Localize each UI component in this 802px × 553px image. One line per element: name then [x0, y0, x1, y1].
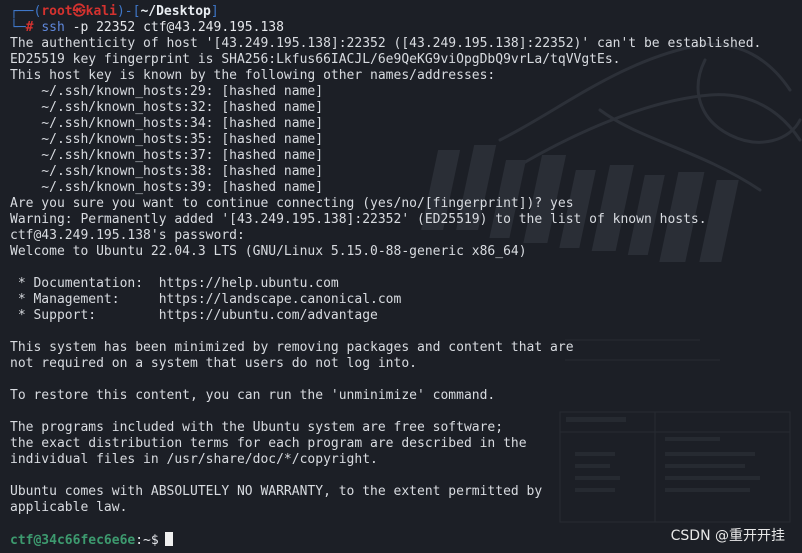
output-line: ED25519 key fingerprint is SHA256:Lkfus6…	[10, 52, 621, 67]
shell-path-sign: :~$	[135, 533, 159, 548]
prompt-path: ~/Desktop	[140, 4, 211, 19]
watermark: CSDN @重开开挂	[670, 528, 785, 544]
prompt-path-close: ]	[210, 4, 219, 19]
known-hosts-line: ~/.ssh/known_hosts:35: [hashed name]	[10, 132, 324, 147]
known-hosts-line: ~/.ssh/known_hosts:32: [hashed name]	[10, 100, 324, 115]
command-name: ssh	[41, 20, 65, 35]
prompt-frame: ┌──(	[10, 4, 42, 19]
output-line: applicable law.	[10, 500, 128, 515]
terminal-window[interactable]: ┌──(root㉿kali)-[~/Desktop] └─# ssh -p 22…	[0, 0, 802, 553]
command-args: -p 22352 ctf@43.249.195.138	[72, 20, 284, 35]
text-cursor[interactable]	[164, 532, 173, 546]
output-line: This system has been minimized by removi…	[10, 340, 574, 355]
command-line: └─# ssh -p 22352 ctf@43.249.195.138	[10, 20, 802, 36]
output-line: Welcome to Ubuntu 22.04.3 LTS (GNU/Linux…	[10, 244, 527, 259]
root-hash-symbol: #	[25, 20, 34, 35]
known-hosts-line: ~/.ssh/known_hosts:29: [hashed name]	[10, 84, 324, 99]
prompt-frame-bottom: └─	[10, 20, 26, 35]
output-line: This host key is known by the following …	[10, 68, 496, 83]
prompt-path-open: )-[	[116, 4, 141, 19]
output-line: not required on a system that users do n…	[10, 356, 417, 371]
output-line: The programs included with the Ubuntu sy…	[10, 420, 504, 435]
output-line: Ubuntu comes with ABSOLUTELY NO WARRANTY…	[10, 484, 543, 499]
output-line: Are you sure you want to continue connec…	[10, 196, 574, 211]
output-line: individual files in /usr/share/doc/*/cop…	[10, 452, 378, 467]
known-hosts-line: ~/.ssh/known_hosts:38: [hashed name]	[10, 164, 324, 179]
link-line: * Management: https://landscape.canonica…	[10, 292, 402, 307]
known-hosts-line: ~/.ssh/known_hosts:34: [hashed name]	[10, 116, 324, 131]
kali-skull-icon: ㉿	[72, 4, 86, 19]
link-line: * Documentation: https://help.ubuntu.com	[10, 276, 339, 291]
known-hosts-line: ~/.ssh/known_hosts:37: [hashed name]	[10, 148, 324, 163]
terminal-output: ┌──(root㉿kali)-[~/Desktop] └─# ssh -p 22…	[10, 4, 802, 548]
known-hosts-line: ~/.ssh/known_hosts:39: [hashed name]	[10, 180, 324, 195]
prompt-user: root	[41, 4, 73, 19]
link-line: * Support: https://ubuntu.com/advantage	[10, 308, 378, 323]
output-line: The authenticity of host '[43.249.195.13…	[10, 36, 762, 51]
output-line: Warning: Permanently added '[43.249.195.…	[10, 212, 707, 227]
prompt-host: kali	[85, 4, 117, 19]
shell-user-host: ctf@34c66fec6e6e	[10, 533, 136, 548]
output-line: the exact distribution terms for each pr…	[10, 436, 527, 451]
output-line: To restore this content, you can run the…	[10, 388, 496, 403]
prompt-line-top: ┌──(root㉿kali)-[~/Desktop]	[10, 4, 802, 20]
output-line: ctf@43.249.195.138's password:	[10, 228, 245, 243]
